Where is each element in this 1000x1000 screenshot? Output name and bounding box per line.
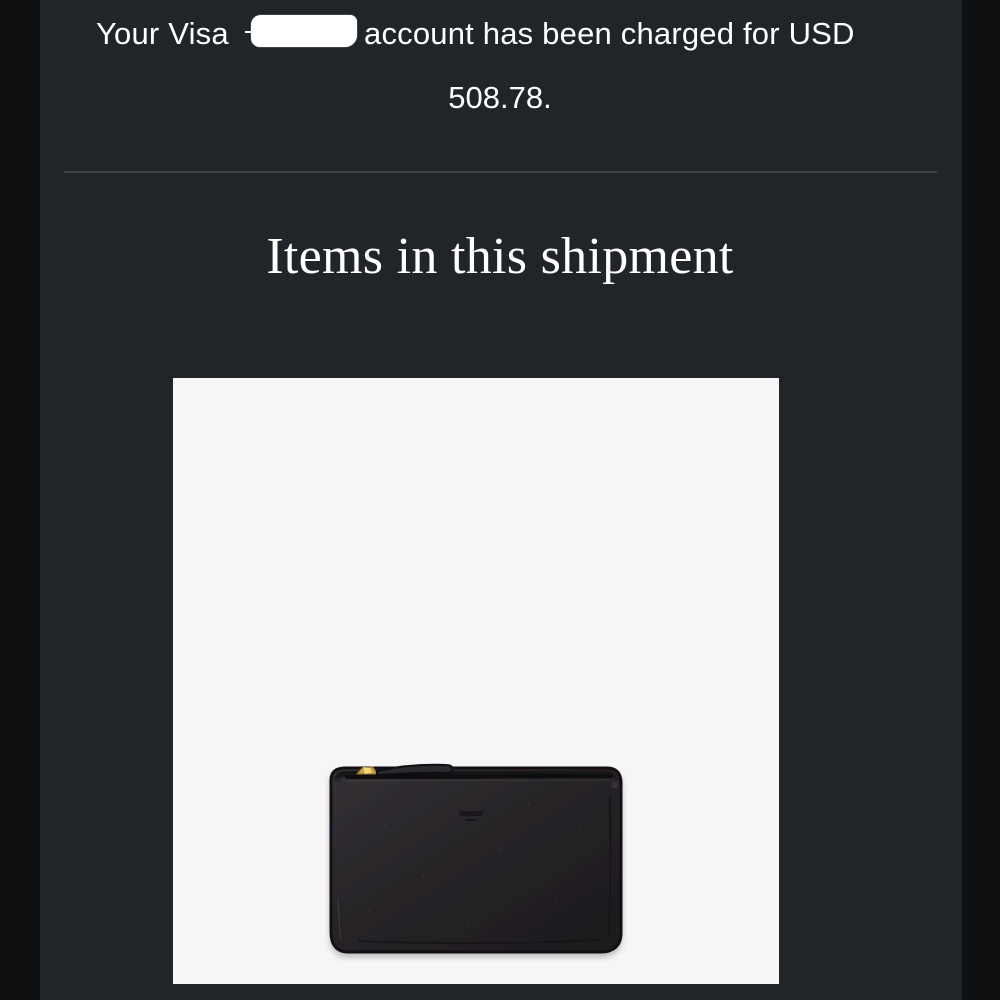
product-image-card[interactable] <box>173 378 779 984</box>
charge-message-suffix: account has been charged for USD <box>364 16 855 51</box>
section-divider <box>64 171 937 173</box>
zip-pouch-illustration <box>329 763 623 954</box>
redaction-mark <box>245 15 357 47</box>
shipment-section-title: Items in this shipment <box>266 228 734 285</box>
black-zip-pouch-image <box>329 763 623 954</box>
charge-message: Your Visa account has been charged for U… <box>96 12 916 56</box>
charge-message-prefix: Your Visa <box>96 16 229 51</box>
email-screenshot: Your Visa account has been charged for U… <box>0 0 1000 1000</box>
charge-amount: 508.78. <box>448 80 552 115</box>
